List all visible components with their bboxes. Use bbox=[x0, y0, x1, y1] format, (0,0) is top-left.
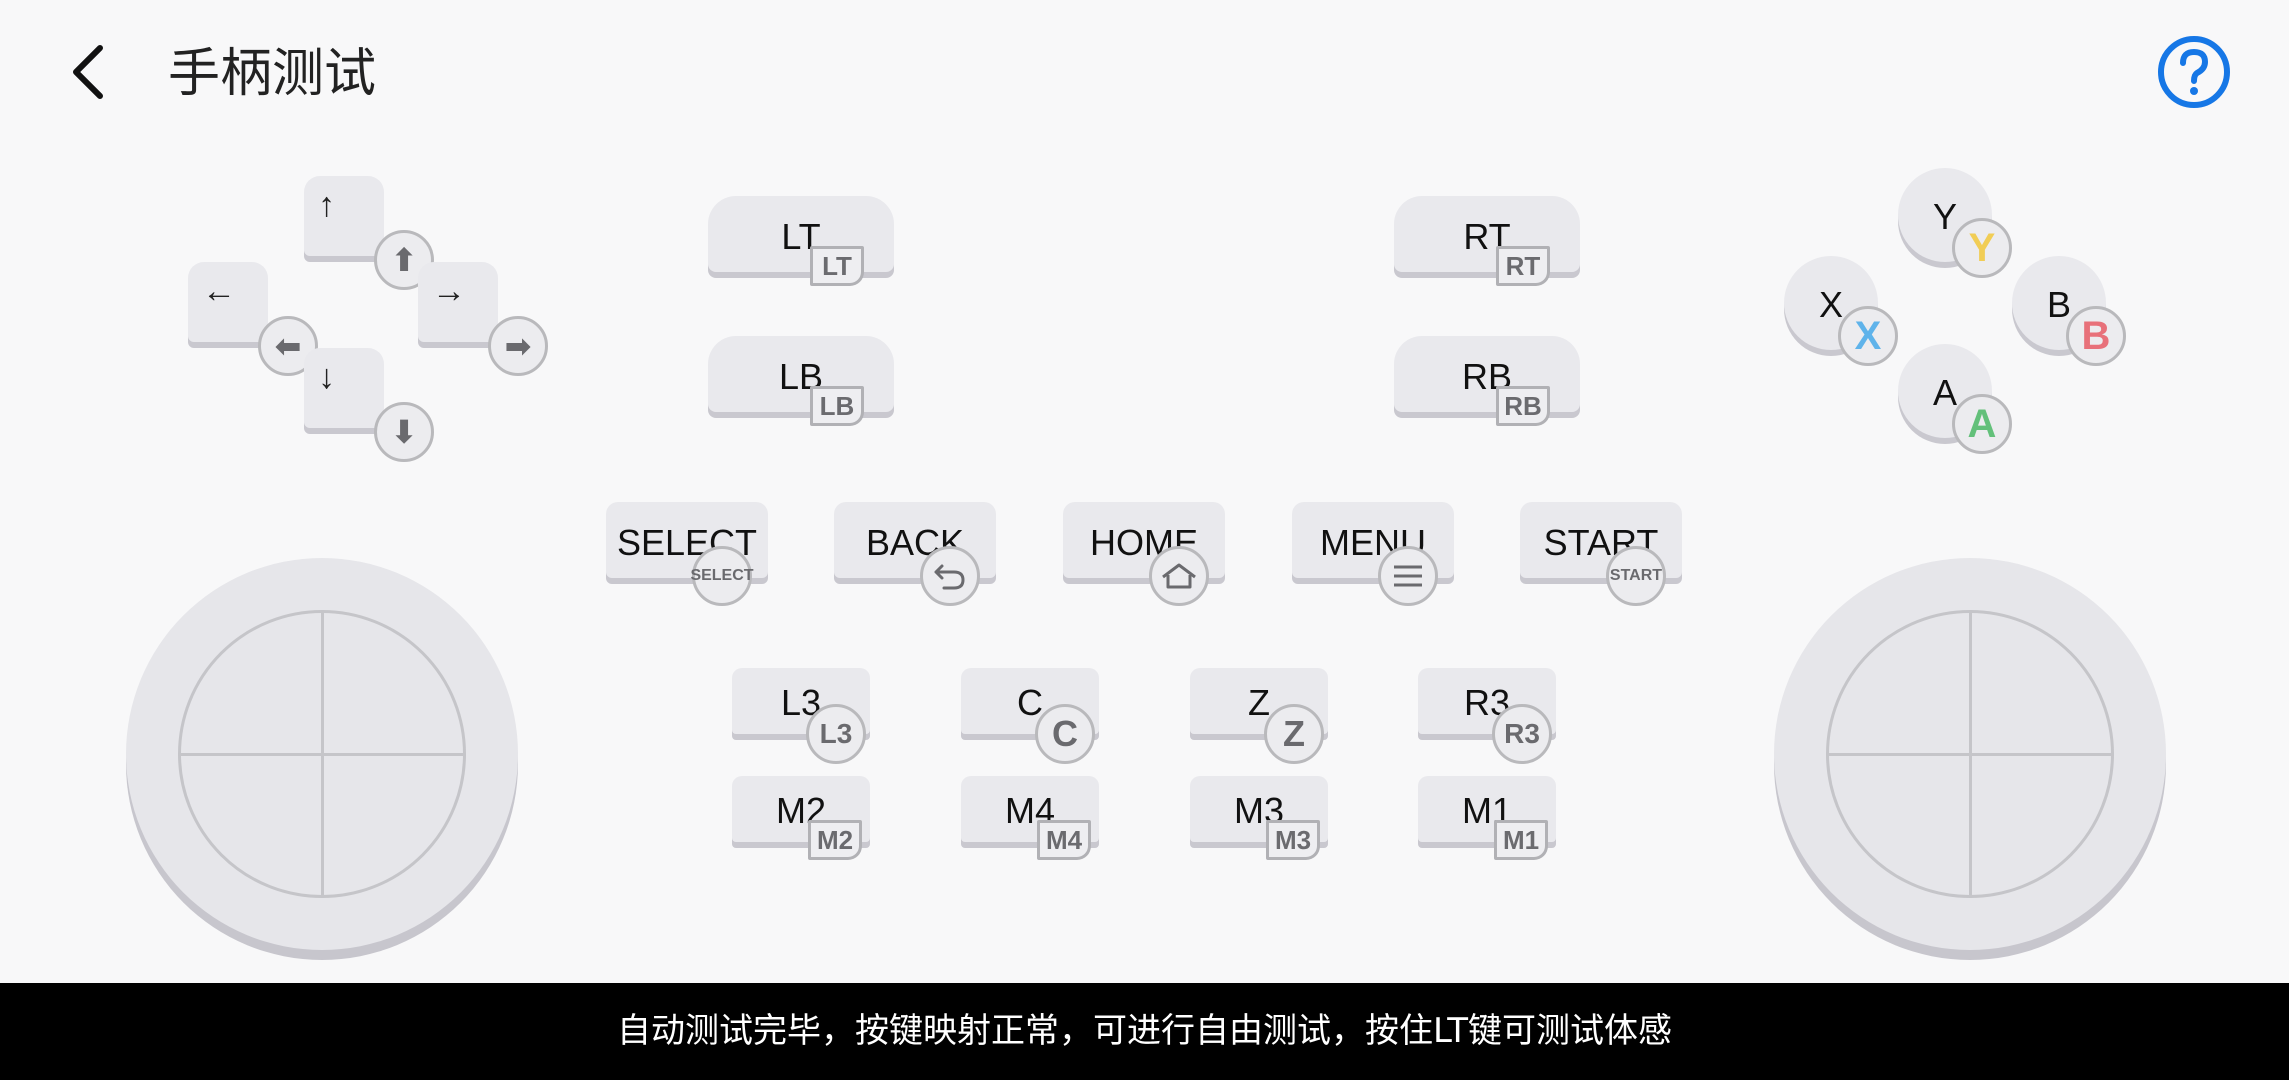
chevron-left-icon bbox=[73, 45, 103, 99]
rb-button[interactable]: RB RB bbox=[1394, 336, 1580, 426]
rt-label: RT bbox=[1463, 216, 1511, 257]
rb-badge-icon: RB bbox=[1496, 386, 1550, 426]
menu-button[interactable]: MENU bbox=[1292, 502, 1454, 606]
m2-badge-icon: M2 bbox=[808, 820, 862, 860]
c-badge-icon: C bbox=[1035, 704, 1095, 764]
b-badge-icon: B bbox=[2066, 306, 2126, 366]
m2-button[interactable]: M2 M2 bbox=[732, 776, 870, 860]
l3-button[interactable]: L3 L3 bbox=[732, 668, 870, 764]
arrow-right-icon: → bbox=[432, 272, 466, 310]
home-button[interactable]: HOME bbox=[1063, 502, 1225, 606]
r3-badge-icon: R3 bbox=[1492, 704, 1552, 764]
hamburger-icon bbox=[1378, 546, 1438, 606]
b-button[interactable]: B B bbox=[2012, 256, 2126, 366]
dpad-down[interactable]: ↓ ⬇ bbox=[304, 348, 434, 462]
rt-badge-icon: RT bbox=[1496, 246, 1550, 286]
m4-badge-icon: M4 bbox=[1037, 820, 1091, 860]
r3-button[interactable]: R3 R3 bbox=[1418, 668, 1556, 764]
back-key-button[interactable]: BACK bbox=[834, 502, 996, 606]
select-button[interactable]: SELECT SELECT bbox=[606, 502, 768, 606]
lt-label: LT bbox=[781, 216, 821, 257]
right-badge-icon: ➡ bbox=[488, 316, 548, 376]
a-badge-icon: A bbox=[1952, 394, 2012, 454]
dpad-left[interactable]: ← ⬅ bbox=[188, 262, 318, 376]
m3-button[interactable]: M3 M3 bbox=[1190, 776, 1328, 860]
status-message: 自动测试完毕，按键映射正常，可进行自由测试，按住LT键可测试体感 bbox=[0, 983, 2289, 1080]
down-badge-icon: ⬇ bbox=[374, 402, 434, 462]
page-title: 手柄测试 bbox=[168, 44, 377, 104]
arrow-up-icon: ↑ bbox=[318, 186, 335, 224]
l3-badge-icon: L3 bbox=[806, 704, 866, 764]
rt-button[interactable]: RT RT bbox=[1394, 196, 1580, 286]
dpad-up[interactable]: ↑ ⬆ bbox=[304, 176, 434, 290]
back-button[interactable] bbox=[60, 36, 120, 108]
c-button[interactable]: C C bbox=[961, 668, 1099, 764]
m1-badge-icon: M1 bbox=[1494, 820, 1548, 860]
left-stick-crosshair-v bbox=[321, 610, 324, 898]
lb-label: LB bbox=[778, 356, 824, 397]
x-badge-icon: X bbox=[1838, 306, 1898, 366]
y-badge-icon: Y bbox=[1952, 218, 2012, 278]
home-icon bbox=[1149, 546, 1209, 606]
undo-icon bbox=[920, 546, 980, 606]
help-button[interactable] bbox=[2154, 32, 2234, 112]
lt-badge-icon: LT bbox=[810, 246, 864, 286]
help-icon bbox=[2158, 36, 2230, 108]
dpad-right[interactable]: → ➡ bbox=[418, 262, 548, 376]
rb-label: RB bbox=[1461, 356, 1512, 397]
m4-button[interactable]: M4 M4 bbox=[961, 776, 1099, 860]
z-button[interactable]: Z Z bbox=[1190, 668, 1328, 764]
a-button[interactable]: A A bbox=[1898, 344, 2012, 454]
z-badge-icon: Z bbox=[1264, 704, 1324, 764]
select-badge-icon: SELECT bbox=[690, 546, 754, 606]
m3-badge-icon: M3 bbox=[1266, 820, 1320, 860]
x-button[interactable]: X X bbox=[1784, 256, 1898, 366]
lb-button[interactable]: LB LB bbox=[708, 336, 894, 426]
app-header: 手柄测试 bbox=[0, 0, 2289, 150]
arrow-down-icon: ↓ bbox=[318, 358, 335, 396]
lt-button[interactable]: LT LT bbox=[708, 196, 894, 286]
left-stick[interactable] bbox=[126, 558, 518, 950]
y-button[interactable]: Y Y bbox=[1898, 168, 2012, 278]
m1-button[interactable]: M1 M1 bbox=[1418, 776, 1556, 860]
arrow-left-icon: ← bbox=[202, 272, 236, 310]
start-badge-icon: START bbox=[1606, 546, 1666, 606]
right-stick-crosshair-v bbox=[1969, 610, 1972, 898]
start-button[interactable]: START START bbox=[1520, 502, 1682, 606]
right-stick[interactable] bbox=[1774, 558, 2166, 950]
lb-badge-icon: LB bbox=[810, 386, 864, 426]
